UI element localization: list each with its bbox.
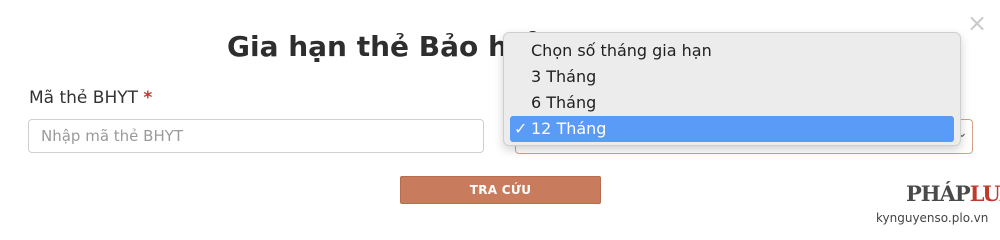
logo-text-part1: PHÁP: [906, 181, 971, 206]
card-number-label-text: Mã thẻ BHYT: [29, 88, 139, 108]
search-button[interactable]: TRA CỨU: [400, 176, 601, 204]
month-option[interactable]: 3 Tháng: [510, 64, 954, 90]
card-number-label: Mã thẻ BHYT *: [29, 88, 152, 108]
month-option-selected[interactable]: ✓ 12 Tháng: [510, 116, 954, 142]
source-site: kynguyenso.plo.vn: [876, 211, 989, 225]
close-icon[interactable]: ×: [966, 11, 988, 35]
months-dropdown-list: Chọn số tháng gia hạn 3 Tháng 6 Tháng ✓ …: [503, 32, 961, 146]
checkmark-icon: ✓: [514, 119, 528, 138]
logo-text-part2: LUẬT: [969, 181, 1000, 206]
month-option-label: 12 Tháng: [531, 119, 607, 138]
month-option[interactable]: 6 Tháng: [510, 90, 954, 116]
card-number-input[interactable]: [28, 119, 484, 153]
required-asterisk: *: [143, 88, 153, 108]
month-option[interactable]: Chọn số tháng gia hạn: [510, 38, 954, 64]
publisher-logo: PHÁPLUẬT: [906, 181, 1000, 206]
